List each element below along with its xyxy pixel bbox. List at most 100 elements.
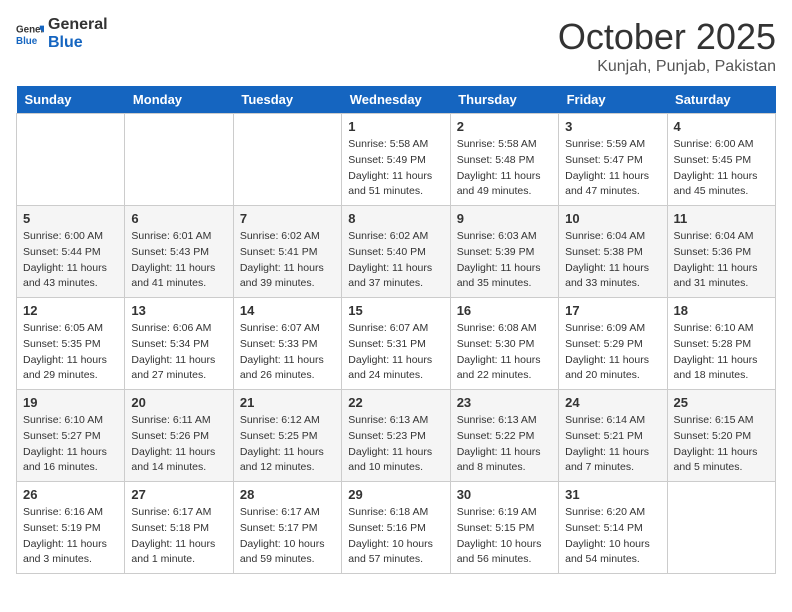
day-info: Sunrise: 5:58 AM Sunset: 5:49 PM Dayligh… bbox=[348, 137, 443, 200]
calendar-cell: 8 Sunrise: 6:02 AM Sunset: 5:40 PM Daylig… bbox=[342, 206, 450, 298]
header-wednesday: Wednesday bbox=[342, 86, 450, 114]
header-thursday: Thursday bbox=[450, 86, 558, 114]
week-row-2: 5 Sunrise: 6:00 AM Sunset: 5:44 PM Daylig… bbox=[17, 206, 776, 298]
day-number: 12 bbox=[23, 303, 118, 318]
calendar-cell: 14 Sunrise: 6:07 AM Sunset: 5:33 PM Dayli… bbox=[233, 298, 341, 390]
calendar-cell: 4 Sunrise: 6:00 AM Sunset: 5:45 PM Daylig… bbox=[667, 114, 775, 206]
day-info: Sunrise: 6:04 AM Sunset: 5:38 PM Dayligh… bbox=[565, 229, 660, 292]
day-info: Sunrise: 5:58 AM Sunset: 5:48 PM Dayligh… bbox=[457, 137, 552, 200]
day-info: Sunrise: 6:01 AM Sunset: 5:43 PM Dayligh… bbox=[131, 229, 226, 292]
header-friday: Friday bbox=[559, 86, 667, 114]
calendar-cell: 7 Sunrise: 6:02 AM Sunset: 5:41 PM Daylig… bbox=[233, 206, 341, 298]
day-number: 15 bbox=[348, 303, 443, 318]
calendar-cell: 11Sunrise: 6:04 AM Sunset: 5:36 PM Dayli… bbox=[667, 206, 775, 298]
day-number: 27 bbox=[131, 487, 226, 502]
day-info: Sunrise: 6:00 AM Sunset: 5:44 PM Dayligh… bbox=[23, 229, 118, 292]
day-number: 26 bbox=[23, 487, 118, 502]
day-info: Sunrise: 6:11 AM Sunset: 5:26 PM Dayligh… bbox=[131, 413, 226, 476]
calendar-cell: 30Sunrise: 6:19 AM Sunset: 5:15 PM Dayli… bbox=[450, 482, 558, 574]
day-number: 20 bbox=[131, 395, 226, 410]
day-info: Sunrise: 6:16 AM Sunset: 5:19 PM Dayligh… bbox=[23, 505, 118, 568]
day-info: Sunrise: 6:12 AM Sunset: 5:25 PM Dayligh… bbox=[240, 413, 335, 476]
calendar-cell: 6 Sunrise: 6:01 AM Sunset: 5:43 PM Daylig… bbox=[125, 206, 233, 298]
day-number: 31 bbox=[565, 487, 660, 502]
day-number: 25 bbox=[674, 395, 769, 410]
day-info: Sunrise: 6:17 AM Sunset: 5:17 PM Dayligh… bbox=[240, 505, 335, 568]
calendar-cell: 28 Sunrise: 6:17 AM Sunset: 5:17 PM Dayli… bbox=[233, 482, 341, 574]
day-info: Sunrise: 6:05 AM Sunset: 5:35 PM Dayligh… bbox=[23, 321, 118, 384]
calendar-cell: 12 Sunrise: 6:05 AM Sunset: 5:35 PM Dayli… bbox=[17, 298, 125, 390]
logo-blue-text: Blue bbox=[48, 34, 108, 52]
calendar-cell: 17Sunrise: 6:09 AM Sunset: 5:29 PM Dayli… bbox=[559, 298, 667, 390]
day-info: Sunrise: 6:03 AM Sunset: 5:39 PM Dayligh… bbox=[457, 229, 552, 292]
calendar-cell bbox=[667, 482, 775, 574]
calendar-cell: 5 Sunrise: 6:00 AM Sunset: 5:44 PM Daylig… bbox=[17, 206, 125, 298]
day-info: Sunrise: 6:10 AM Sunset: 5:28 PM Dayligh… bbox=[674, 321, 769, 384]
calendar-cell: 25 Sunrise: 6:15 AM Sunset: 5:20 PM Dayli… bbox=[667, 390, 775, 482]
calendar-cell: 29 Sunrise: 6:18 AM Sunset: 5:16 PM Dayli… bbox=[342, 482, 450, 574]
day-number: 6 bbox=[131, 211, 226, 226]
day-number: 24 bbox=[565, 395, 660, 410]
logo-icon: General Blue bbox=[16, 20, 44, 48]
calendar-cell: 1 Sunrise: 5:58 AM Sunset: 5:49 PM Daylig… bbox=[342, 114, 450, 206]
week-row-3: 12 Sunrise: 6:05 AM Sunset: 5:35 PM Dayli… bbox=[17, 298, 776, 390]
day-info: Sunrise: 6:15 AM Sunset: 5:20 PM Dayligh… bbox=[674, 413, 769, 476]
day-info: Sunrise: 6:19 AM Sunset: 5:15 PM Dayligh… bbox=[457, 505, 552, 568]
page-header: General Blue General Blue October 2025 K… bbox=[16, 16, 776, 76]
calendar-cell: 3Sunrise: 5:59 AM Sunset: 5:47 PM Daylig… bbox=[559, 114, 667, 206]
calendar-cell bbox=[125, 114, 233, 206]
calendar-cell: 10 Sunrise: 6:04 AM Sunset: 5:38 PM Dayli… bbox=[559, 206, 667, 298]
day-number: 28 bbox=[240, 487, 335, 502]
day-info: Sunrise: 6:04 AM Sunset: 5:36 PM Dayligh… bbox=[674, 229, 769, 292]
day-info: Sunrise: 6:13 AM Sunset: 5:23 PM Dayligh… bbox=[348, 413, 443, 476]
calendar-cell: 26 Sunrise: 6:16 AM Sunset: 5:19 PM Dayli… bbox=[17, 482, 125, 574]
day-info: Sunrise: 6:07 AM Sunset: 5:33 PM Dayligh… bbox=[240, 321, 335, 384]
day-number: 19 bbox=[23, 395, 118, 410]
header-row: SundayMondayTuesdayWednesdayThursdayFrid… bbox=[17, 86, 776, 114]
day-number: 2 bbox=[457, 119, 552, 134]
day-number: 4 bbox=[674, 119, 769, 134]
calendar-cell: 27 Sunrise: 6:17 AM Sunset: 5:18 PM Dayli… bbox=[125, 482, 233, 574]
calendar-cell: 22Sunrise: 6:13 AM Sunset: 5:23 PM Dayli… bbox=[342, 390, 450, 482]
day-info: Sunrise: 6:02 AM Sunset: 5:40 PM Dayligh… bbox=[348, 229, 443, 292]
day-number: 5 bbox=[23, 211, 118, 226]
day-number: 16 bbox=[457, 303, 552, 318]
logo: General Blue General Blue bbox=[16, 16, 108, 51]
calendar-cell: 20 Sunrise: 6:11 AM Sunset: 5:26 PM Dayli… bbox=[125, 390, 233, 482]
day-number: 29 bbox=[348, 487, 443, 502]
day-info: Sunrise: 6:06 AM Sunset: 5:34 PM Dayligh… bbox=[131, 321, 226, 384]
week-row-5: 26 Sunrise: 6:16 AM Sunset: 5:19 PM Dayli… bbox=[17, 482, 776, 574]
logo-general-text: General bbox=[48, 16, 108, 34]
day-number: 10 bbox=[565, 211, 660, 226]
day-number: 21 bbox=[240, 395, 335, 410]
day-info: Sunrise: 6:10 AM Sunset: 5:27 PM Dayligh… bbox=[23, 413, 118, 476]
day-number: 9 bbox=[457, 211, 552, 226]
day-info: Sunrise: 6:13 AM Sunset: 5:22 PM Dayligh… bbox=[457, 413, 552, 476]
calendar-cell: 21 Sunrise: 6:12 AM Sunset: 5:25 PM Dayli… bbox=[233, 390, 341, 482]
header-saturday: Saturday bbox=[667, 86, 775, 114]
calendar-cell: 16Sunrise: 6:08 AM Sunset: 5:30 PM Dayli… bbox=[450, 298, 558, 390]
day-number: 8 bbox=[348, 211, 443, 226]
header-sunday: Sunday bbox=[17, 86, 125, 114]
day-number: 7 bbox=[240, 211, 335, 226]
calendar-cell: 15Sunrise: 6:07 AM Sunset: 5:31 PM Dayli… bbox=[342, 298, 450, 390]
day-info: Sunrise: 6:00 AM Sunset: 5:45 PM Dayligh… bbox=[674, 137, 769, 200]
month-title: October 2025 bbox=[558, 16, 776, 58]
title-block: October 2025 Kunjah, Punjab, Pakistan bbox=[558, 16, 776, 76]
day-number: 17 bbox=[565, 303, 660, 318]
svg-text:Blue: Blue bbox=[16, 35, 38, 46]
day-info: Sunrise: 6:18 AM Sunset: 5:16 PM Dayligh… bbox=[348, 505, 443, 568]
week-row-4: 19 Sunrise: 6:10 AM Sunset: 5:27 PM Dayli… bbox=[17, 390, 776, 482]
day-number: 23 bbox=[457, 395, 552, 410]
header-monday: Monday bbox=[125, 86, 233, 114]
calendar-cell: 24 Sunrise: 6:14 AM Sunset: 5:21 PM Dayli… bbox=[559, 390, 667, 482]
day-number: 18 bbox=[674, 303, 769, 318]
calendar-cell bbox=[17, 114, 125, 206]
calendar-cell: 13Sunrise: 6:06 AM Sunset: 5:34 PM Dayli… bbox=[125, 298, 233, 390]
day-info: Sunrise: 6:14 AM Sunset: 5:21 PM Dayligh… bbox=[565, 413, 660, 476]
day-number: 14 bbox=[240, 303, 335, 318]
day-info: Sunrise: 6:17 AM Sunset: 5:18 PM Dayligh… bbox=[131, 505, 226, 568]
day-number: 1 bbox=[348, 119, 443, 134]
day-number: 3 bbox=[565, 119, 660, 134]
day-info: Sunrise: 6:02 AM Sunset: 5:41 PM Dayligh… bbox=[240, 229, 335, 292]
